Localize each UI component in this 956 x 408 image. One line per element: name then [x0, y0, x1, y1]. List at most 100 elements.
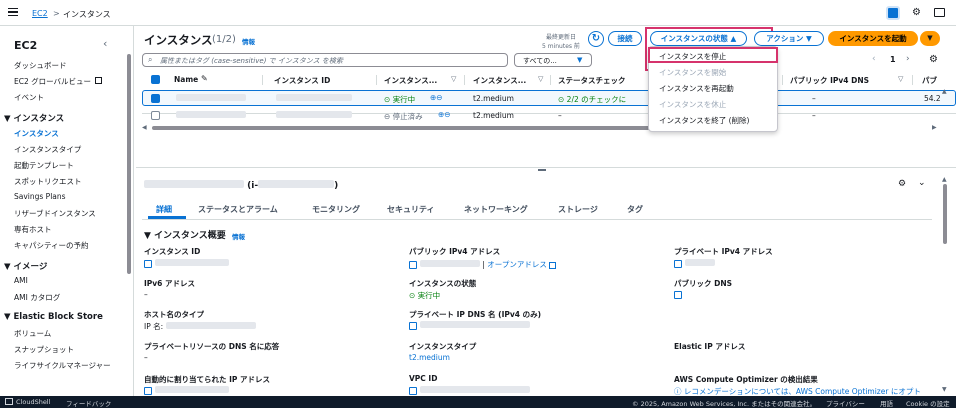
summary-info-link[interactable]: 情報 [232, 231, 245, 241]
sidebar-item-savings-plans[interactable]: Savings Plans [14, 192, 66, 201]
launch-instance-button[interactable]: インスタンスを起動 [828, 31, 918, 46]
tab-networking[interactable]: ネットワーキング [464, 204, 528, 215]
cloudshell-link[interactable]: CloudShell [16, 398, 50, 406]
tab-details[interactable]: 詳細 [156, 204, 172, 215]
connect-button[interactable]: 接続 [608, 31, 642, 46]
info-link[interactable]: 情報 [242, 36, 255, 46]
table-settings-icon[interactable]: ⚙ [929, 54, 938, 65]
launch-dropdown-button[interactable]: ▼ [920, 31, 940, 46]
feedback-link[interactable]: フィードバック [66, 398, 111, 408]
value-private-ipv4[interactable] [674, 259, 715, 268]
state-filter-select[interactable]: すべての... ▼ [514, 53, 592, 67]
sidebar-toggle-icon[interactable] [8, 8, 18, 16]
column-header-instance-type[interactable]: インスタンス... [473, 75, 526, 86]
summary-section-title[interactable]: ▼ インスタンス概要 [144, 228, 226, 241]
search-input[interactable]: ⌕ 属性またはタグ (case-sensitive) で インスタンス を検索 [142, 53, 508, 67]
next-page-icon[interactable]: › [906, 54, 910, 64]
cookie-settings-link[interactable]: Cookie の設定 [906, 398, 950, 408]
sidebar-item-dedicated-hosts[interactable]: 専有ホスト [14, 224, 52, 235]
value-public-ipv4[interactable]: | オープンアドレス [409, 259, 557, 270]
column-header-instance-id[interactable]: インスタンス ID [274, 75, 330, 86]
sidebar-item-global-view[interactable]: EC2 グローバルビュー [14, 76, 91, 87]
sidebar-section-instances[interactable]: ▼ インスタンス [4, 112, 64, 124]
menu-item-stop-instance[interactable]: インスタンスを停止 [659, 51, 726, 62]
actions-button[interactable]: アクション ▼ [754, 31, 824, 46]
label-vpc-id: VPC ID [409, 374, 438, 383]
sidebar-item-dashboard[interactable]: ダッシュボード [14, 60, 67, 71]
prev-page-icon[interactable]: ‹ [872, 54, 876, 64]
tab-monitoring[interactable]: モニタリング [312, 204, 360, 215]
sidebar-item-spot-requests[interactable]: スポットリクエスト [14, 176, 82, 187]
terms-link[interactable]: 用語 [880, 398, 893, 408]
panel-splitter[interactable] [136, 167, 956, 168]
menu-item-reboot-instance[interactable]: インスタンスを再起動 [659, 83, 734, 94]
display-settings-icon[interactable] [934, 8, 945, 17]
main-scroll-up-icon[interactable]: ▲ [942, 88, 947, 95]
edit-pencil-icon: ✎ [201, 74, 208, 83]
settings-gear-icon[interactable]: ⚙ [912, 8, 921, 18]
sidebar-item-instance-types[interactable]: インスタンスタイプ [14, 144, 81, 155]
value-public-dns[interactable] [674, 290, 685, 299]
detail-scrollbar[interactable] [943, 184, 947, 244]
sidebar-item-launch-templates[interactable]: 起動テンプレート [14, 160, 74, 171]
sidebar-item-lifecycle-manager[interactable]: ライフサイクルマネージャー [14, 360, 111, 371]
label-auto-ip: 自動的に割り当てられた IP アドレス [144, 375, 271, 384]
instance-state-running: ⊙ 実行中 [384, 95, 416, 104]
instance-state-menu: インスタンスを停止 インスタンスを開始 インスタンスを再起動 インスタンスを休止… [648, 46, 778, 132]
table-scroll-left-icon[interactable]: ◀ [142, 124, 147, 131]
open-address-link[interactable]: オープンアドレス [487, 260, 547, 269]
sidebar-item-instances[interactable]: インスタンス [14, 128, 59, 139]
sidebar-item-ami[interactable]: AMI [14, 276, 28, 285]
detail-settings-icon[interactable]: ⚙ [898, 179, 906, 189]
refresh-button[interactable]: ↻ [588, 31, 604, 47]
privacy-link[interactable]: プライバシー [826, 398, 865, 408]
table-scroll-right-icon[interactable]: ▶ [932, 124, 937, 131]
value-private-ip-dns[interactable] [409, 321, 530, 330]
label-private-ip-dns: プライベート IP DNS 名 (IPv4 のみ) [409, 310, 541, 319]
tab-tags[interactable]: タグ [627, 204, 643, 215]
table-horizontal-scrollbar[interactable] [152, 126, 652, 130]
sidebar-item-events[interactable]: イベント [14, 92, 44, 103]
sidebar-item-snapshots[interactable]: スナップショット [14, 344, 74, 355]
detail-scroll-up-icon[interactable]: ▲ [942, 176, 947, 183]
select-all-checkbox[interactable] [151, 75, 160, 84]
menu-item-terminate-instance[interactable]: インスタンスを終了 (削除) [659, 115, 749, 126]
value-instance-id[interactable] [144, 259, 229, 268]
detail-scroll-down-icon[interactable]: ▼ [942, 386, 947, 393]
sidebar-item-capacity-reservations[interactable]: キャパシティーの予約 [14, 240, 89, 251]
value-auto-ip[interactable] [144, 386, 229, 395]
instance-id[interactable] [276, 94, 352, 103]
column-header-public-ip[interactable]: パブ [922, 75, 937, 86]
column-header-public-dns[interactable]: パブリック IPv4 DNS [790, 75, 869, 86]
drag-handle-icon[interactable] [538, 169, 546, 171]
zoom-in-icon[interactable]: ⊕⊖ [430, 93, 443, 102]
breadcrumb-ec2[interactable]: EC2 [32, 9, 48, 18]
tab-status-alarms[interactable]: ステータスとアラーム [198, 204, 278, 215]
column-header-name[interactable]: Name [174, 75, 198, 84]
sidebar-item-ami-catalog[interactable]: AMI カタログ [14, 292, 60, 303]
sidebar-scrollbar[interactable] [127, 54, 131, 274]
table-row[interactable] [142, 90, 956, 106]
column-header-status-check[interactable]: ステータスチェック [558, 75, 638, 86]
notifications-icon[interactable] [886, 6, 900, 20]
sidebar-collapse-icon[interactable]: ‹ [103, 37, 107, 50]
cloudshell-icon[interactable] [5, 398, 13, 405]
tab-storage[interactable]: ストレージ [558, 204, 598, 215]
zoom-in-icon[interactable]: ⊕⊖ [438, 110, 451, 119]
detail-title: (i-) [144, 180, 338, 191]
row-checkbox[interactable] [151, 94, 160, 103]
sidebar-section-ebs[interactable]: ▼ Elastic Block Store [4, 312, 103, 322]
column-header-instance-state[interactable]: インスタンス... [384, 75, 437, 86]
value-compute-optimizer[interactable]: ⓘ レコメンデーションについては、AWS Compute Optimizer に… [674, 386, 934, 396]
sidebar-section-images[interactable]: ▼ イメージ [4, 260, 47, 272]
tab-security[interactable]: セキュリティ [387, 204, 435, 215]
detail-collapse-icon[interactable]: ⌄ [918, 178, 926, 188]
instance-id[interactable] [276, 111, 352, 120]
row-checkbox[interactable] [151, 111, 160, 120]
value-instance-type[interactable]: t2.medium [409, 353, 450, 362]
sidebar-title: EC2 [14, 39, 38, 52]
sidebar-item-reserved-instances[interactable]: リザーブドインスタンス [14, 208, 96, 219]
page-number[interactable]: 1 [890, 55, 896, 64]
sidebar-item-volumes[interactable]: ボリューム [14, 328, 51, 339]
value-vpc-id[interactable] [409, 386, 530, 395]
